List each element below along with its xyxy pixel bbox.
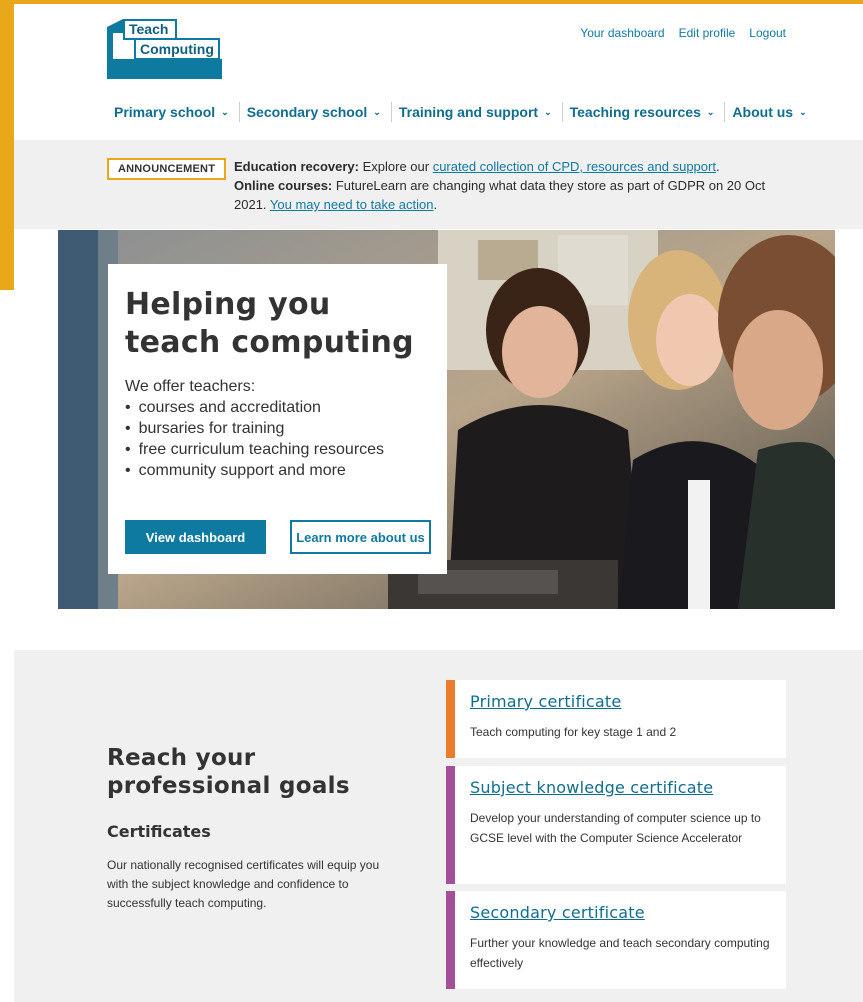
nav-primary-school[interactable]: Primary school ⌄ <box>114 102 240 122</box>
hero-offer-list: courses and accreditation bursaries for … <box>125 397 430 481</box>
main-nav: Primary school ⌄ Secondary school ⌄ Trai… <box>114 102 824 122</box>
nav-label: Training and support <box>398 104 539 120</box>
hero-buttons: View dashboard Learn more about us <box>125 520 431 554</box>
your-dashboard-link[interactable]: Your dashboard <box>580 26 664 40</box>
chevron-down-icon: ⌄ <box>373 107 381 117</box>
subject-knowledge-certificate-link[interactable]: Subject knowledge certificate <box>470 778 713 797</box>
learn-more-button[interactable]: Learn more about us <box>290 520 431 554</box>
subject-knowledge-certificate-card: Subject knowledge certificate Develop yo… <box>446 766 786 884</box>
primary-certificate-link[interactable]: Primary certificate <box>470 692 621 711</box>
chevron-down-icon: ⌄ <box>221 107 229 117</box>
certificates-subheading: Certificates <box>107 822 211 841</box>
nav-label: About us <box>732 104 794 120</box>
chevron-down-icon: ⌄ <box>706 107 715 117</box>
hero-banner: Helping you teach computing We offer tea… <box>58 230 835 609</box>
nav-training-and-support[interactable]: Training and support ⌄ <box>399 102 563 122</box>
hero-title: Helping you teach computing <box>125 287 414 360</box>
logo-graphic: Teach Computing <box>107 19 222 79</box>
nav-secondary-school[interactable]: Secondary school ⌄ <box>247 102 392 122</box>
view-dashboard-button[interactable]: View dashboard <box>125 520 266 554</box>
teach-computing-logo[interactable]: Teach Computing <box>107 19 222 79</box>
nav-label: Secondary school <box>246 104 368 120</box>
announcement-copy: . <box>715 159 720 174</box>
list-item: bursaries for training <box>125 418 430 439</box>
logo-line1: Teach <box>129 21 168 37</box>
hero-card: Helping you teach computing We offer tea… <box>108 264 447 574</box>
logout-link[interactable]: Logout <box>749 26 786 40</box>
chevron-down-icon: ⌄ <box>544 107 552 117</box>
chevron-down-icon: ⌄ <box>799 107 807 117</box>
nav-about-us[interactable]: About us ⌄ <box>732 102 816 122</box>
decorative-frame-left <box>0 0 14 290</box>
hero-intro: We offer teachers: <box>125 378 256 395</box>
certificate-description: Further your knowledge and teach seconda… <box>470 936 770 970</box>
announcement-copy: Explore our <box>359 159 433 174</box>
nav-label: Primary school <box>114 104 216 120</box>
take-action-link[interactable]: You may need to take action <box>270 197 434 212</box>
certificate-description: Teach computing for key stage 1 and 2 <box>470 725 677 739</box>
cpd-collection-link[interactable]: curated collection of CPD, resources and… <box>433 159 716 174</box>
certificate-description: Develop your understanding of computer s… <box>470 811 761 845</box>
nav-teaching-resources[interactable]: Teaching resources ⌄ <box>570 102 726 122</box>
secondary-certificate-link[interactable]: Secondary certificate <box>470 903 645 922</box>
announcement-badge: ANNOUNCEMENT <box>107 158 227 180</box>
announcement-copy: . <box>433 197 438 212</box>
goals-heading: Reach your professional goals <box>107 745 350 799</box>
announcement-line-1: Education recovery: Explore our curated … <box>234 157 794 176</box>
primary-certificate-card: Primary certificate Teach computing for … <box>446 680 786 758</box>
list-item: courses and accreditation <box>125 397 430 418</box>
certificates-description: Our nationally recognised certificates w… <box>107 858 380 910</box>
announcement-banner: ANNOUNCEMENT Education recovery: Explore… <box>14 140 863 229</box>
announcement-label: Online courses: <box>234 178 333 193</box>
announcement-text: Education recovery: Explore our curated … <box>234 157 794 214</box>
announcement-line-2: Online courses: FutureLearn are changing… <box>234 176 794 214</box>
list-item: free curriculum teaching resources <box>125 439 430 460</box>
page: Teach Computing Your dashboard Edit prof… <box>14 4 863 1002</box>
nav-label: Teaching resources <box>569 104 701 120</box>
logo-line2: Computing <box>140 41 214 57</box>
account-links: Your dashboard Edit profile Logout <box>580 26 786 40</box>
list-item: community support and more <box>125 460 430 481</box>
announcement-label: Education recovery: <box>234 159 359 174</box>
certificates-section: Reach your professional goals Certificat… <box>14 650 863 1002</box>
edit-profile-link[interactable]: Edit profile <box>679 26 736 40</box>
secondary-certificate-card: Secondary certificate Further your knowl… <box>446 891 786 989</box>
